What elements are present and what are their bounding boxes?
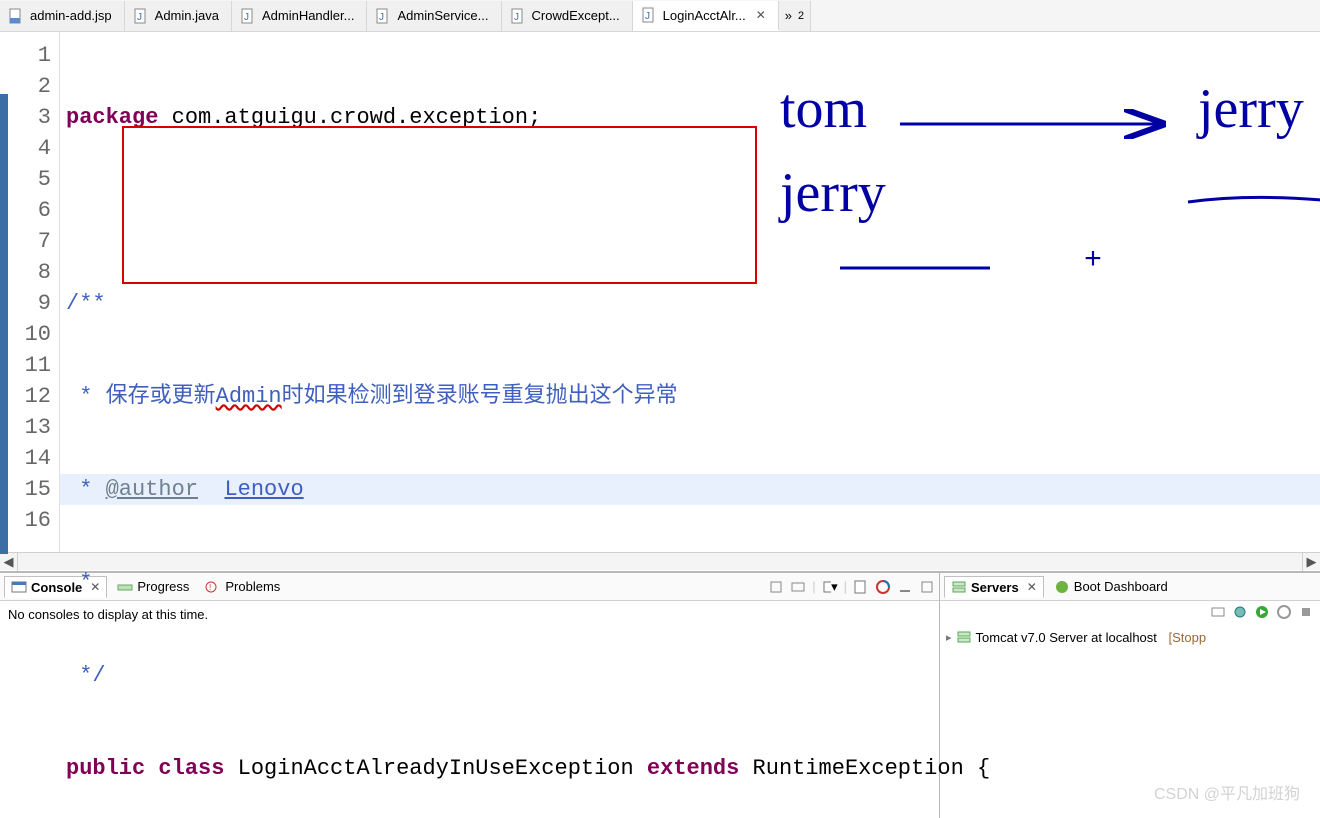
close-icon[interactable]: ✕ — [752, 8, 766, 22]
overflow-marker: » — [785, 8, 792, 23]
tab-admin-java[interactable]: J Admin.java — [125, 1, 232, 31]
java-file-icon: J — [240, 8, 256, 24]
tab-label: Admin.java — [155, 8, 219, 23]
console-icon — [11, 579, 27, 595]
code-content[interactable]: package com.atguigu.crowd.exception; /**… — [60, 32, 1320, 552]
svg-text:J: J — [379, 12, 384, 23]
svg-text:J: J — [514, 12, 519, 23]
tab-overflow[interactable]: »2 — [779, 1, 811, 31]
overflow-count: 2 — [798, 10, 804, 22]
tab-label: admin-add.jsp — [30, 8, 112, 23]
java-file-icon: J — [510, 8, 526, 24]
line-gutter: 1 2 3 4 5 6 7 8 9 10 11 12 13 14 15 16 — [0, 32, 60, 552]
tab-label: AdminHandler... — [262, 8, 355, 23]
tab-crowd-except[interactable]: J CrowdExcept... — [502, 1, 633, 31]
tab-admin-handler[interactable]: J AdminHandler... — [232, 1, 368, 31]
tab-label: CrowdExcept... — [532, 8, 620, 23]
java-file-icon: J — [641, 7, 657, 23]
scroll-left-icon[interactable]: ◀ — [0, 553, 18, 571]
svg-text:J: J — [244, 12, 249, 23]
editor-tab-bar: admin-add.jsp J Admin.java J AdminHandle… — [0, 0, 1320, 32]
tab-login-acct[interactable]: J LoginAcctAlr... ✕ — [633, 1, 779, 31]
jsp-file-icon — [8, 8, 24, 24]
tab-label: AdminService... — [397, 8, 488, 23]
tab-label: LoginAcctAlr... — [663, 8, 746, 23]
svg-text:J: J — [137, 12, 142, 23]
java-file-icon: J — [375, 8, 391, 24]
tab-admin-add[interactable]: admin-add.jsp — [0, 1, 125, 31]
annotation-plus: + — [1084, 244, 1102, 278]
code-editor[interactable]: 1 2 3 4 5 6 7 8 9 10 11 12 13 14 15 16 p… — [0, 32, 1320, 572]
tab-admin-service[interactable]: J AdminService... — [367, 1, 501, 31]
java-file-icon: J — [133, 8, 149, 24]
svg-text:J: J — [645, 11, 650, 22]
